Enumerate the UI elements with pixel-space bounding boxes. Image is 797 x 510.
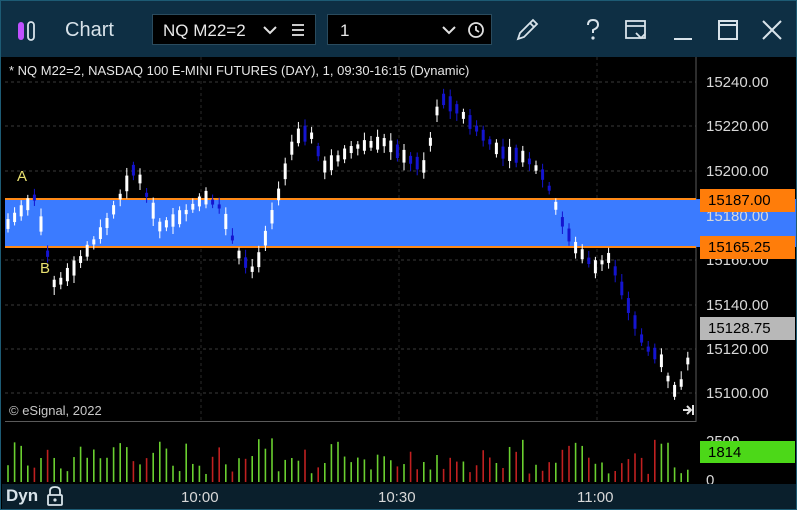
- volume-current-tag: 1814: [700, 441, 795, 463]
- price-chart[interactable]: [5, 57, 796, 422]
- help-icon[interactable]: [578, 15, 608, 45]
- time-axis-label: 10:00: [181, 489, 219, 506]
- scroll-to-end-icon[interactable]: [681, 403, 695, 417]
- lock-icon[interactable]: [45, 485, 65, 507]
- price-axis-label: 15200.00: [706, 163, 769, 180]
- close-icon[interactable]: [757, 15, 787, 45]
- volume-bars: [7, 438, 689, 482]
- maximize-icon[interactable]: [713, 15, 743, 45]
- price-axis-label: 15120.00: [706, 341, 769, 358]
- time-axis-label: 10:30: [378, 489, 416, 506]
- price-axis-label: 15100.00: [706, 385, 769, 402]
- price-axis-label: 15240.00: [706, 74, 769, 91]
- time-axis-bar: Dyn 10:00 10:30 11:00: [2, 484, 796, 509]
- interval-selector[interactable]: 1: [327, 14, 492, 45]
- marker-a-label[interactable]: A: [17, 168, 27, 185]
- volume-pane[interactable]: [5, 424, 696, 482]
- interval-value[interactable]: 1: [340, 21, 349, 41]
- price-zone-band[interactable]: [5, 199, 796, 247]
- price-axis-label: 15140.00: [706, 297, 769, 314]
- clock-icon[interactable]: [467, 21, 485, 39]
- band-lower-price-tag[interactable]: 15165.25: [700, 236, 795, 259]
- time-axis-label: 11:00: [577, 489, 614, 506]
- pencil-icon[interactable]: [512, 15, 542, 45]
- title-bar: Chart NQ M22=2 1: [1, 1, 796, 57]
- minimize-icon[interactable]: [668, 15, 698, 45]
- chart-caption: * NQ M22=2, NASDAQ 100 E-MINI FUTURES (D…: [9, 63, 470, 78]
- band-upper-price-tag[interactable]: 15187.00: [700, 189, 795, 212]
- menu-icon[interactable]: [290, 22, 306, 38]
- symbol-selector[interactable]: NQ M22=2: [152, 14, 316, 45]
- price-axis-label: 15220.00: [706, 118, 769, 135]
- chevron-down-icon[interactable]: [261, 21, 279, 39]
- chart-window: Chart NQ M22=2 1 * NQ M22=2, NASDAQ 100 …: [0, 0, 797, 510]
- marker-b-label[interactable]: B: [40, 260, 50, 277]
- app-toggle-icon[interactable]: [17, 20, 35, 42]
- last-price-tag: 15128.75: [700, 317, 795, 340]
- copyright-text: © eSignal, 2022: [9, 403, 102, 418]
- chevron-down-icon[interactable]: [440, 21, 458, 39]
- window-layout-icon[interactable]: [621, 15, 651, 45]
- window-title: Chart: [65, 19, 114, 41]
- dynamic-mode-label[interactable]: Dyn: [6, 486, 38, 506]
- symbol-value[interactable]: NQ M22=2: [163, 21, 246, 41]
